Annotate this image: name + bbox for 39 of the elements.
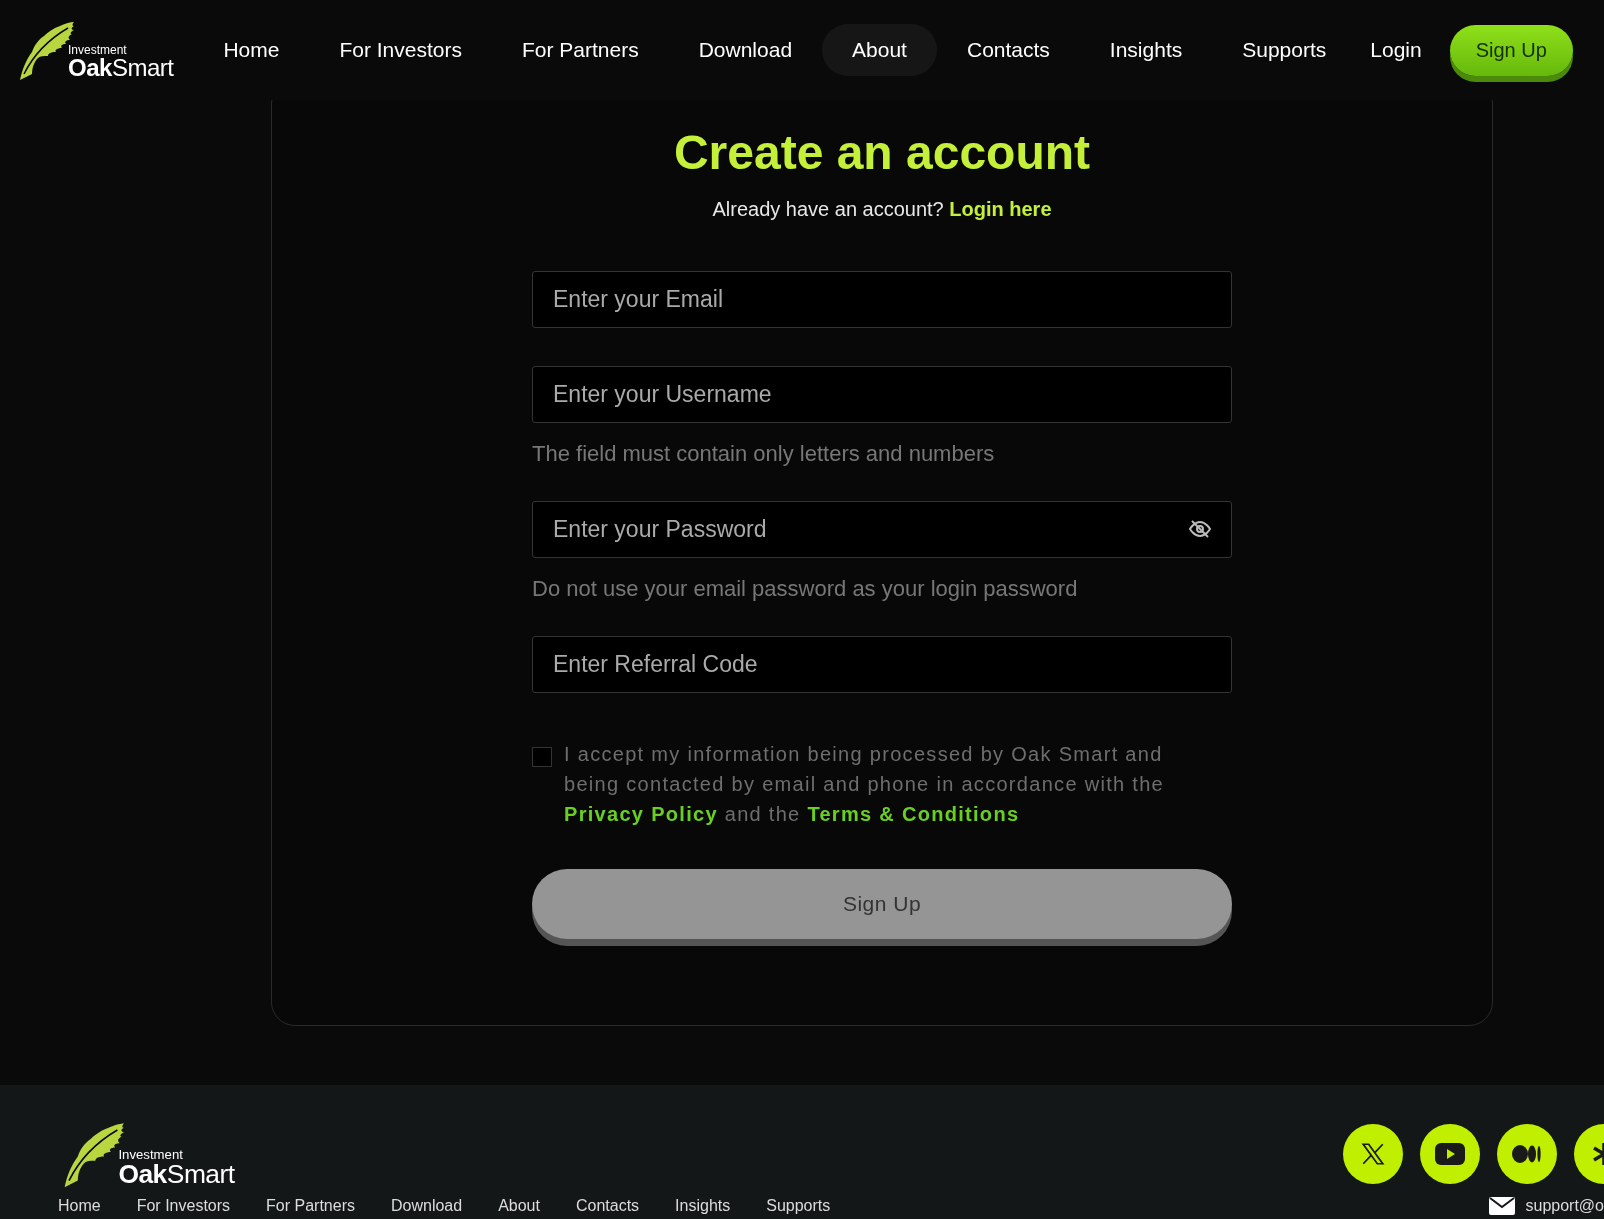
play-icon: [1434, 1142, 1466, 1167]
footer-link[interactable]: Home: [58, 1197, 101, 1216]
nav-link[interactable]: Insights: [1079, 24, 1213, 76]
footer-link[interactable]: About: [498, 1197, 540, 1216]
nav-link[interactable]: Supports: [1212, 24, 1357, 76]
nav-link[interactable]: For Partners: [491, 24, 669, 76]
footer-link[interactable]: For Partners: [266, 1197, 355, 1216]
nav-link[interactable]: About: [822, 24, 937, 76]
logo-tagline: Investment: [118, 1147, 184, 1161]
nav-link[interactable]: For Investors: [309, 24, 492, 76]
input-field[interactable]: Enter your Username: [532, 366, 1232, 423]
field-hint: Do not use your email password as your login password: [532, 576, 1079, 602]
privacy-policy-link[interactable]: Privacy Policy: [564, 803, 718, 825]
footer-link[interactable]: Contacts: [575, 1197, 640, 1216]
login-link[interactable]: Login: [1356, 24, 1436, 76]
footer-link[interactable]: Download: [390, 1197, 463, 1216]
nav-link[interactable]: Home: [193, 24, 310, 76]
x-logo-icon: [1360, 1141, 1386, 1168]
footer-link[interactable]: Insights: [675, 1197, 731, 1216]
logo-wordmark: OakSmart: [118, 1161, 235, 1188]
login-prompt: Already have an account? Login here: [712, 198, 1052, 221]
input-field[interactable]: Enter Referral Code: [532, 636, 1232, 693]
terms-link[interactable]: Terms & Conditions: [807, 803, 1020, 825]
dots-icon: [1512, 1144, 1542, 1165]
nav-link[interactable]: Download: [668, 24, 823, 76]
login-link[interactable]: Login here: [949, 198, 1052, 220]
logo-tagline: Investment: [68, 44, 128, 56]
footer-link[interactable]: For Investors: [136, 1197, 231, 1216]
input-field[interactable]: Enter your Email: [532, 271, 1232, 328]
mail-icon: [1489, 1197, 1516, 1216]
consent-checkbox[interactable]: [532, 747, 552, 767]
field-hint: The field must contain only letters and numbers: [532, 441, 996, 467]
input-field[interactable]: Enter your Password: [532, 501, 1232, 558]
consent-text: I accept my information being processed by Oak Smart and being contacted by email and phone in accordance with the Privacy Policy and the Terms & Conditions: [564, 742, 1165, 827]
support-email[interactable]: support@o: [1525, 1197, 1604, 1216]
form-title: Create an account: [673, 125, 1091, 180]
footer-link[interactable]: Supports: [766, 1197, 831, 1216]
logo-wordmark: OakSmart: [68, 56, 174, 80]
nav-link[interactable]: Contacts: [936, 24, 1080, 76]
